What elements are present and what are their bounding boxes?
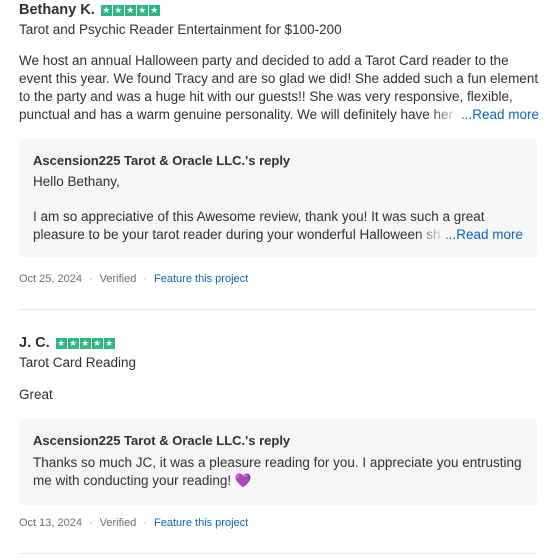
review-meta: Oct 13, 2024 · Verified · Feature this p… (19, 517, 248, 529)
review-meta: Oct 25, 2024 · Verified · Feature this p… (19, 273, 248, 285)
reply-title: Ascension225 Tarot & Oracle LLC.'s reply (33, 433, 291, 448)
reply-read-more-link[interactable]: ...Read more (445, 227, 523, 242)
reply-title: Ascension225 Tarot & Oracle LLC.'s reply (33, 153, 291, 168)
verified-badge: Verified (99, 517, 137, 529)
separator: · (89, 517, 93, 529)
reviews-list: Bethany K. ★ ★ ★ ★ ★ Tarot and Psychic R… (0, 0, 560, 560)
star-icon: ★ (136, 4, 148, 16)
feature-project-link[interactable]: Feature this project (154, 273, 248, 285)
verified-badge: Verified (99, 273, 137, 285)
separator: · (89, 273, 93, 285)
reply-read-more-wrap: ...Read more (414, 226, 523, 244)
star-rating: ★ ★ ★ ★ ★ (55, 337, 115, 349)
read-more-wrap: ...Read more (430, 106, 539, 124)
review-header: Bethany K. ★ ★ ★ ★ ★ (19, 2, 160, 18)
project-type: Tarot and Psychic Reader Entertainment f… (19, 22, 342, 37)
separator: · (143, 273, 148, 285)
owner-reply: Ascension225 Tarot & Oracle LLC.'s reply… (19, 139, 537, 257)
star-icon: ★ (79, 337, 91, 349)
divider (19, 309, 537, 310)
feature-project-link[interactable]: Feature this project (154, 517, 248, 529)
review-header: J. C. ★ ★ ★ ★ ★ (19, 335, 115, 351)
reply-text: Thanks so much JC, it was a pleasure rea… (33, 455, 522, 488)
star-icon: ★ (91, 337, 103, 349)
star-icon: ★ (55, 337, 67, 349)
star-icon: ★ (112, 4, 124, 16)
star-icon: ★ (100, 4, 112, 16)
star-icon: ★ (67, 337, 79, 349)
reply-greeting: Hello Bethany, (33, 174, 120, 189)
project-type: Tarot Card Reading (19, 355, 137, 370)
star-rating: ★ ★ ★ ★ ★ (100, 4, 160, 16)
owner-reply: Ascension225 Tarot & Oracle LLC.'s reply… (19, 419, 537, 505)
review-date: Oct 25, 2024 (19, 273, 82, 285)
review-text: Great (19, 387, 53, 402)
read-more-link[interactable]: ...Read more (461, 107, 539, 122)
star-icon: ★ (124, 4, 136, 16)
reviewer-name: Bethany K. (19, 2, 95, 18)
separator: · (143, 517, 148, 529)
star-icon: ★ (103, 337, 115, 349)
star-icon: ★ (148, 4, 160, 16)
review-date: Oct 13, 2024 (19, 517, 82, 529)
reviewer-name: J. C. (19, 335, 50, 351)
review-text-container: We host an annual Halloween party and de… (19, 52, 539, 124)
divider (19, 553, 537, 554)
reply-text-container: I am so appreciative of this Awesome rev… (33, 208, 523, 244)
